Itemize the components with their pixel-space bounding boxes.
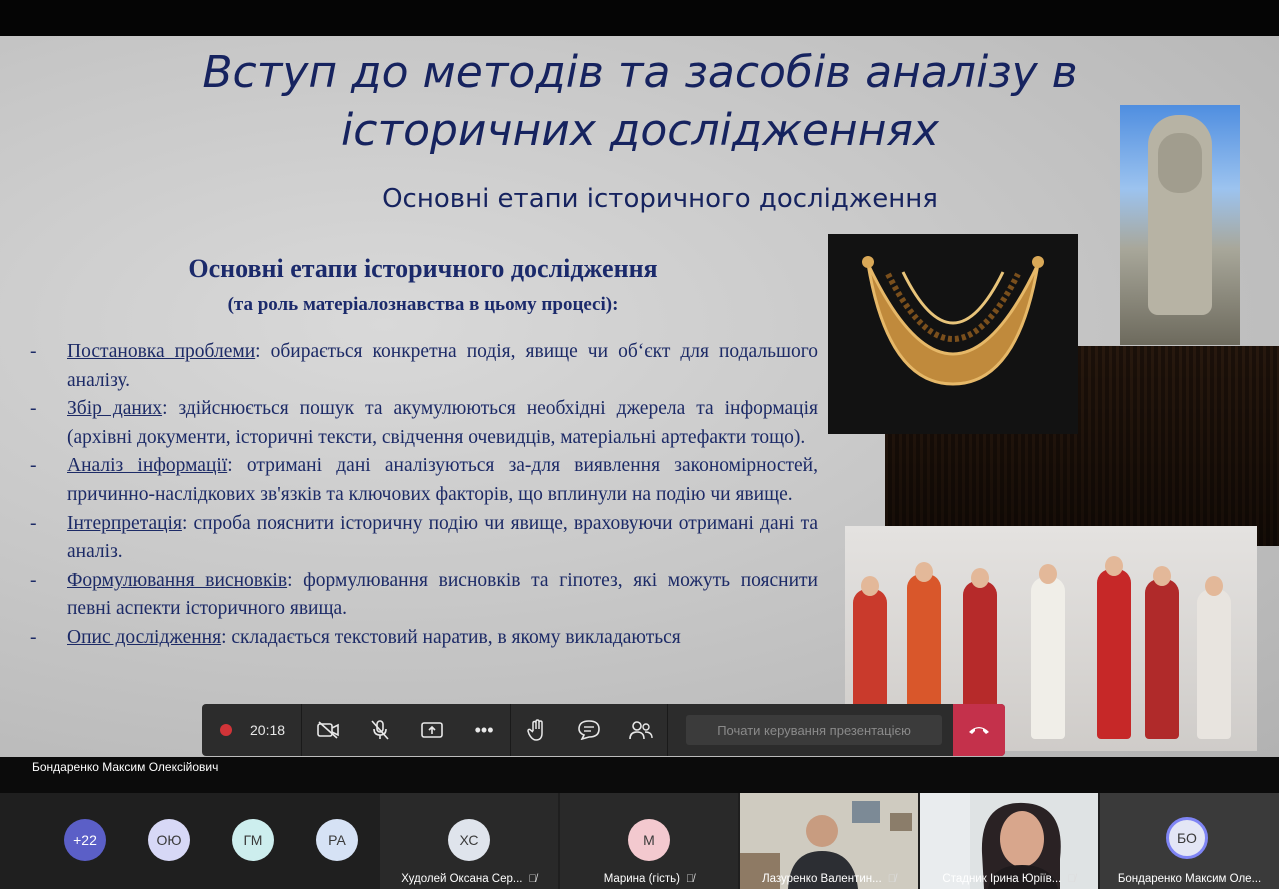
participant-tile[interactable]: М Марина (гість) 🎙̸: [560, 793, 738, 889]
avatar[interactable]: ГМ: [232, 819, 274, 861]
avatar[interactable]: РА: [316, 819, 358, 861]
participants-icon: [629, 721, 653, 740]
slide-subtitle: Основні етапи історичного дослідження: [382, 184, 938, 214]
top-bar: [0, 0, 1279, 36]
meeting-timer: 20:18: [250, 722, 286, 738]
list-item: - Аналіз інформації: отримані дані аналіз…: [30, 455, 818, 505]
microphone-off-button[interactable]: [354, 704, 406, 756]
stone-idol-image: [1120, 105, 1240, 345]
raise-hand-icon: [527, 719, 543, 741]
avatar: М: [628, 819, 670, 861]
participant-video-tile[interactable]: Лазуренко Валентин... 🎙̸: [740, 793, 918, 889]
more-participants-button[interactable]: +22: [64, 819, 106, 861]
mic-muted-icon: 🎙̸: [528, 873, 537, 885]
camera-off-button[interactable]: [302, 704, 354, 756]
content-subheading: (та роль матеріалознавства в цьому проце…: [227, 294, 619, 315]
content-heading: Основні етапи історичного дослідження: [188, 254, 658, 283]
participant-name: Худолей Оксана Сер...: [401, 873, 523, 885]
meeting-toolbar: 20:18 ••• Почати керування презентацією: [202, 704, 1005, 756]
list-item: - Інтерпретація: спроба пояснити історичн…: [30, 512, 818, 563]
gold-pectoral-image: [828, 234, 1078, 434]
avatar: ХС: [448, 819, 490, 861]
list-item: - Збір даних: здійснюється пошук та акуму…: [30, 398, 819, 448]
participant-video-tile[interactable]: Стадник Ірина Юріїв... 🎙̸: [920, 793, 1098, 889]
list-item: - Формулювання висновків: формулювання ви…: [30, 569, 818, 620]
participant-tile[interactable]: ХС Худолей Оксана Сер... 🎙̸: [380, 793, 558, 889]
participant-tile[interactable]: БО Бондаренко Максим Оле...: [1100, 793, 1279, 889]
stages-list: - Постановка проблеми: обирається конкрет…: [30, 338, 818, 653]
presenter-name-label: Бондаренко Максим Олексійович: [32, 760, 219, 774]
participants-button[interactable]: [615, 704, 667, 756]
share-screen-icon: [421, 722, 443, 738]
recording-indicator-icon: [220, 724, 232, 736]
slide-title-line-1: Вступ до методів та засобів аналізу в: [202, 47, 1078, 98]
phone-hangup-icon: [969, 727, 989, 734]
participants-strip: +22 ОЮ ГМ РА ХС Худолей Оксана Сер... 🎙̸ …: [0, 793, 1279, 889]
participant-name: Марина (гість): [603, 873, 681, 885]
camera-off-icon: [317, 721, 339, 739]
more-dots-icon: •••: [474, 719, 494, 740]
slide-title-line-2: історичних дослідженнях: [341, 105, 939, 156]
more-options-button[interactable]: •••: [458, 704, 510, 756]
microphone-off-icon: [371, 720, 389, 740]
chat-icon: [578, 720, 600, 740]
mic-muted-icon: 🎙̸: [686, 873, 695, 885]
slide-title: Вступ до методів та засобів аналізу в іс…: [100, 44, 1180, 160]
mic-muted-icon: 🎙̸: [1067, 873, 1076, 885]
raise-hand-button[interactable]: [511, 704, 563, 756]
participant-name: Бондаренко Максим Оле...: [1117, 873, 1262, 885]
take-presentation-control-button[interactable]: Почати керування презентацією: [686, 715, 943, 745]
mic-muted-icon: 🎙̸: [887, 873, 896, 885]
shared-presentation-slide: Вступ до методів та засобів аналізу в іс…: [0, 36, 1279, 757]
list-item: - Постановка проблеми: обирається конкрет…: [30, 341, 819, 391]
chat-button[interactable]: [563, 704, 615, 756]
participant-name: Стадник Ірина Юріїв...: [942, 873, 1062, 885]
share-screen-button[interactable]: [406, 704, 458, 756]
avatar: БО: [1166, 817, 1208, 859]
list-item: - Опис дослідження: складається текстовий…: [30, 626, 681, 648]
participant-name: Лазуренко Валентин...: [762, 873, 882, 885]
hang-up-button[interactable]: [953, 704, 1005, 756]
avatar[interactable]: ОЮ: [148, 819, 190, 861]
